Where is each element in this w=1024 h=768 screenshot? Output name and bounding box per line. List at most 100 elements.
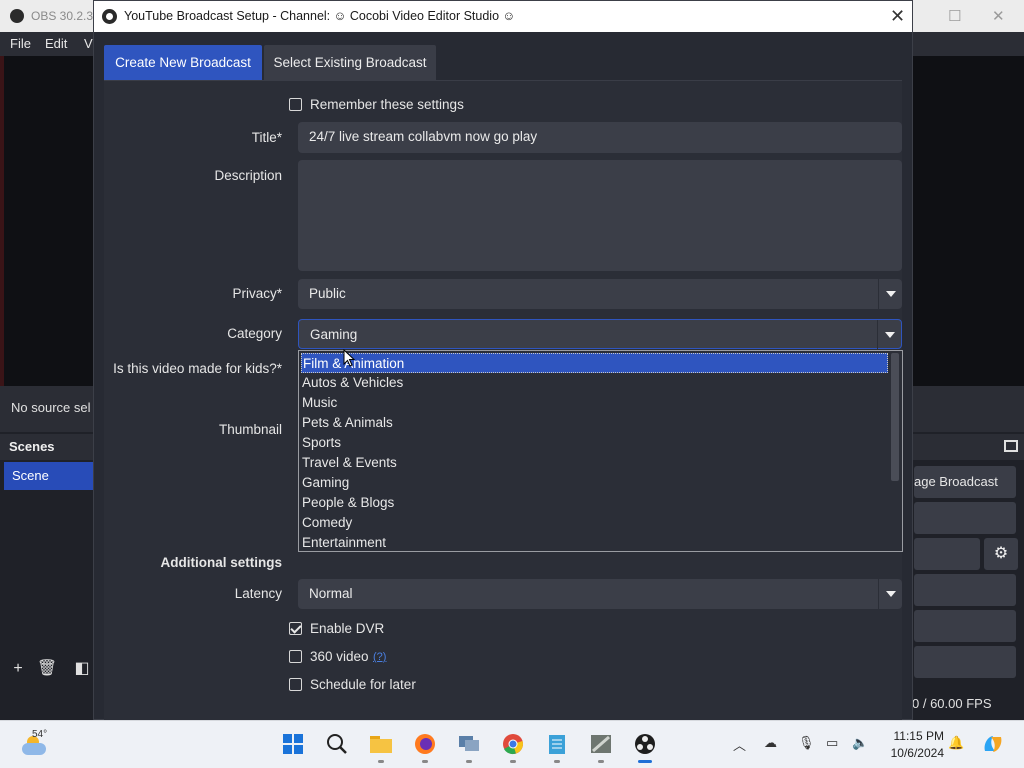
- title-field[interactable]: 24/7 live stream collabvm now go play: [298, 122, 902, 153]
- taskbar-chrome[interactable]: [498, 729, 528, 763]
- additional-settings-heading: Additional settings: [160, 555, 283, 570]
- undock-icon[interactable]: [1004, 440, 1018, 452]
- category-option-gaming[interactable]: Gaming: [301, 473, 888, 493]
- search-button[interactable]: [322, 729, 352, 759]
- video-360-checkbox[interactable]: [289, 650, 302, 663]
- category-dropdown[interactable]: Gaming: [298, 319, 902, 350]
- fps-readout: 0 / 60.00 FPS: [912, 696, 992, 711]
- windows-logo-icon: [283, 734, 303, 754]
- folder-icon: [370, 736, 392, 753]
- dock-button-2[interactable]: [914, 502, 1016, 534]
- category-option-film-animation[interactable]: Film & Animation: [301, 353, 888, 373]
- clock-date[interactable]: 10/6/2024: [884, 746, 944, 760]
- gear-icon[interactable]: ⚙: [984, 538, 1018, 570]
- taskbar-app-game[interactable]: [586, 729, 616, 763]
- thumbnail-label: Thumbnail: [218, 422, 282, 437]
- dock-button-4[interactable]: [914, 574, 1016, 606]
- taskbar-notepad[interactable]: [542, 729, 572, 763]
- enable-dvr-checkbox[interactable]: [289, 622, 302, 635]
- latency-dropdown[interactable]: Normal: [298, 579, 902, 609]
- latency-value: Normal: [309, 586, 353, 601]
- taskbar-firefox[interactable]: [410, 729, 440, 763]
- chevron-up-icon[interactable]: ︿: [733, 735, 746, 754]
- obs-icon: [635, 734, 655, 754]
- title-label: Title*: [251, 130, 282, 145]
- bell-icon[interactable]: 🔔: [948, 735, 964, 751]
- weather-icon: [22, 743, 46, 755]
- description-field[interactable]: [298, 160, 902, 271]
- latency-label: Latency: [234, 586, 282, 601]
- chrome-icon: [503, 734, 523, 755]
- scenes-header: Scenes: [0, 434, 96, 460]
- category-scrollbar[interactable]: [891, 353, 899, 481]
- mouse-cursor-icon: [343, 349, 355, 367]
- windows-taskbar: 54° ︿ ☁ 🎙 ▭ 🔈 11:15 PM 10/6/2024 🔔: [0, 720, 1024, 768]
- obs-logo-icon: [102, 9, 117, 24]
- menu-file[interactable]: File: [10, 36, 31, 51]
- microphone-icon[interactable]: 🎙: [798, 735, 815, 751]
- video-360-help-link[interactable]: (?): [373, 651, 386, 663]
- weather-temperature: 54°: [32, 729, 48, 740]
- chevron-down-icon[interactable]: [877, 320, 901, 350]
- copilot-button[interactable]: [978, 729, 1008, 759]
- dock-button-5[interactable]: [914, 610, 1016, 642]
- chevron-down-icon[interactable]: [878, 579, 902, 609]
- volume-icon[interactable]: 🔈: [852, 735, 868, 751]
- dialog-titlebar: YouTube Broadcast Setup - Channel: ☺ Coc…: [94, 1, 912, 32]
- tab-select-existing-broadcast[interactable]: Select Existing Broadcast: [264, 45, 436, 80]
- category-option-music[interactable]: Music: [301, 393, 888, 413]
- maximize-icon[interactable]: ☐: [948, 7, 961, 25]
- privacy-dropdown[interactable]: Public: [298, 279, 902, 309]
- search-icon: [327, 734, 347, 754]
- schedule-later-checkbox[interactable]: [289, 678, 302, 691]
- tab-create-new-broadcast[interactable]: Create New Broadcast: [104, 45, 262, 80]
- category-label: Category: [227, 326, 282, 341]
- onedrive-icon[interactable]: ☁: [764, 735, 777, 751]
- category-option-comedy[interactable]: Comedy: [301, 513, 888, 533]
- network-icon[interactable]: ▭: [826, 735, 838, 751]
- category-option-sports[interactable]: Sports: [301, 433, 888, 453]
- taskbar-obs[interactable]: [630, 729, 660, 763]
- close-icon[interactable]: ✕: [890, 6, 905, 27]
- video-360-label: 360 video: [310, 649, 369, 664]
- game-app-icon: [591, 735, 611, 753]
- notepad-icon: [549, 735, 565, 754]
- firefox-icon: [415, 734, 435, 754]
- taskbar-file-explorer[interactable]: [366, 729, 396, 763]
- dock-button-6[interactable]: [914, 646, 1016, 678]
- scenes-panel: Scenes Scene + 🗑 ◧: [0, 434, 96, 686]
- dialog-title: YouTube Broadcast Setup - Channel: ☺ Coc…: [124, 9, 516, 23]
- category-option-pets-animals[interactable]: Pets & Animals: [301, 413, 888, 433]
- privacy-label: Privacy*: [232, 286, 282, 301]
- scene-toolbar: + 🗑 ◧: [0, 654, 96, 684]
- menu-view[interactable]: V: [84, 36, 93, 51]
- obs-window-title: OBS 30.2.3: [31, 9, 94, 23]
- remote-desktop-icon: [459, 736, 479, 751]
- category-option-entertainment[interactable]: Entertainment: [301, 533, 888, 551]
- category-options-list: Film & Animation Autos & Vehicles Music …: [298, 350, 903, 552]
- start-button[interactable]: [278, 729, 308, 759]
- remember-settings-checkbox[interactable]: [289, 98, 302, 111]
- scene-list-item[interactable]: Scene: [4, 462, 96, 490]
- menu-edit[interactable]: Edit: [45, 36, 67, 51]
- taskbar-app-remote[interactable]: [454, 729, 484, 763]
- manage-broadcast-button[interactable]: age Broadcast: [914, 466, 1016, 498]
- trash-icon[interactable]: 🗑: [36, 658, 58, 680]
- filter-icon[interactable]: ◧: [71, 658, 93, 680]
- copilot-icon: [984, 736, 1002, 752]
- dock-button-3[interactable]: [914, 538, 980, 570]
- description-label: Description: [214, 168, 282, 183]
- category-option-people-blogs[interactable]: People & Blogs: [301, 493, 888, 513]
- clock-time[interactable]: 11:15 PM: [884, 729, 944, 743]
- add-scene-icon[interactable]: +: [7, 658, 29, 680]
- category-option-travel-events[interactable]: Travel & Events: [301, 453, 888, 473]
- category-value: Gaming: [310, 327, 358, 342]
- chevron-down-icon[interactable]: [878, 279, 902, 309]
- broadcast-setup-dialog: YouTube Broadcast Setup - Channel: ☺ Coc…: [93, 0, 913, 720]
- category-option-autos-vehicles[interactable]: Autos & Vehicles: [301, 373, 888, 393]
- schedule-later-label: Schedule for later: [310, 677, 416, 692]
- close-icon[interactable]: ✕: [992, 7, 1005, 25]
- controls-dock: age Broadcast ⚙: [912, 434, 1024, 720]
- no-source-text: No source sel: [11, 400, 91, 415]
- broadcast-form: Remember these settings Title* 24/7 live…: [104, 80, 903, 720]
